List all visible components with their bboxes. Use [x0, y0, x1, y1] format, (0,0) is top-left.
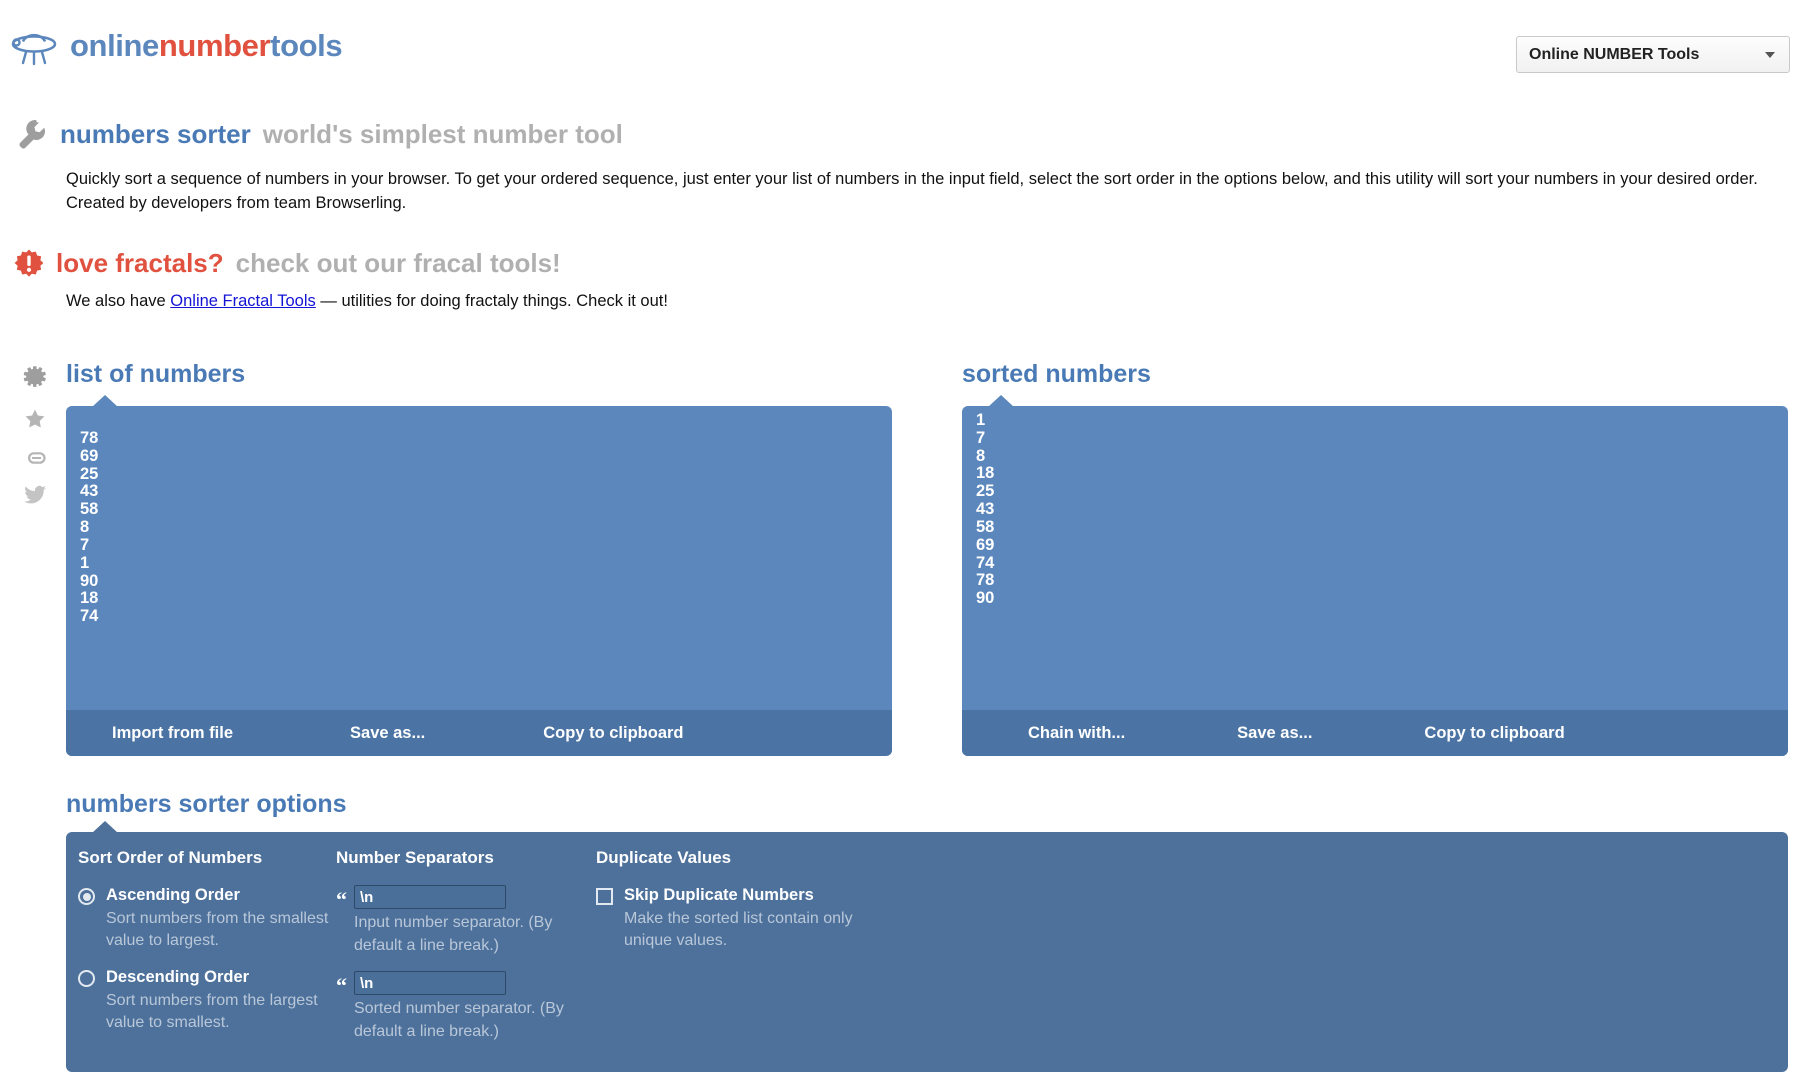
import-from-file-button[interactable]: Import from file [112, 724, 233, 743]
output-copy-to-clipboard-button[interactable]: Copy to clipboard [1424, 724, 1564, 743]
output-panel-toolbar: Chain with... Save as... Copy to clipboa… [962, 710, 1788, 756]
logo-text-tools: tools [270, 28, 343, 63]
sort-order-column: Sort Order of Numbers Ascending Order So… [78, 848, 336, 1058]
tool-category-select[interactable]: Online NUMBER Tools [1516, 36, 1790, 73]
input-separator-field[interactable] [354, 885, 506, 909]
skip-duplicates-description: Make the sorted list contain only unique… [624, 909, 853, 950]
promo-title: love fractals? [56, 248, 224, 278]
page-subtitle: world's simplest number tool [262, 118, 623, 149]
ascending-order-description: Sort numbers from the smallest value to … [106, 909, 329, 950]
fractal-tools-link[interactable]: Online Fractal Tools [170, 292, 316, 310]
page-title: numbers sorter [60, 118, 251, 149]
logo-text-online: online [70, 28, 159, 63]
ufo-icon [11, 33, 57, 66]
panel-notch [92, 821, 118, 833]
duplicate-values-column: Duplicate Values Skip Duplicate Numbers … [596, 848, 1016, 1058]
promo-title-row: love fractals? check out our fracal tool… [14, 248, 561, 279]
descending-order-option[interactable]: Descending Order Sort numbers from the l… [78, 967, 336, 1035]
number-separators-column-title: Number Separators [336, 848, 494, 867]
share-sidebar [22, 363, 48, 505]
output-panel: Chain with... Save as... Copy to clipboa… [962, 395, 1788, 756]
promo-subtitle: check out our fracal tools! [235, 248, 561, 278]
promo-text-after: — utilities for doing fractaly things. C… [315, 292, 668, 310]
wrench-icon [19, 120, 46, 149]
chain-with-button[interactable]: Chain with... [1028, 724, 1125, 743]
chevron-down-icon [1765, 51, 1775, 58]
output-separator-field[interactable] [354, 971, 506, 996]
alert-badge-icon [14, 249, 44, 277]
quote-icon: “ [336, 973, 347, 999]
input-panel-toolbar: Import from file Save as... Copy to clip… [66, 710, 892, 756]
descending-order-label: Descending Order [106, 968, 250, 987]
link-icon[interactable] [23, 449, 47, 467]
promo-text: We also have Online Fractal Tools — util… [66, 290, 1796, 314]
tool-category-select-value: Online NUMBER Tools [1529, 45, 1700, 63]
input-copy-to-clipboard-button[interactable]: Copy to clipboard [543, 724, 683, 743]
descending-order-radio[interactable] [78, 970, 95, 988]
star-icon[interactable] [23, 407, 47, 431]
descending-order-description: Sort numbers from the largest value to s… [106, 991, 318, 1032]
ascending-order-label: Ascending Order [106, 886, 240, 904]
sorted-numbers-output[interactable] [962, 406, 1788, 710]
site-header: onlinenumbertools Online NUMBER Tools [0, 0, 1806, 96]
skip-duplicates-option[interactable]: Skip Duplicate Numbers Make the sorted l… [596, 885, 1016, 953]
input-panel: Import from file Save as... Copy to clip… [66, 395, 892, 756]
skip-duplicates-checkbox[interactable] [596, 888, 613, 905]
output-separator-description: Sorted number separator. (By default a l… [354, 1000, 564, 1041]
output-separator-row: “ Sorted number separator. (By default a… [336, 971, 596, 1043]
promo-text-before: We also have [66, 292, 171, 310]
input-separator-row: “ Input number separator. (By default a … [336, 885, 596, 957]
input-panel-heading: list of numbers [66, 360, 246, 388]
twitter-icon[interactable] [23, 485, 47, 505]
ascending-order-option[interactable]: Ascending Order Sort numbers from the sm… [78, 885, 336, 953]
options-panel: Sort Order of Numbers Ascending Order So… [66, 821, 1788, 1072]
gear-icon[interactable] [22, 363, 48, 389]
duplicate-values-column-title: Duplicate Values [596, 848, 732, 867]
input-separator-description: Input number separator. (By default a li… [354, 914, 553, 954]
input-save-as-button[interactable]: Save as... [350, 724, 425, 743]
skip-duplicates-label: Skip Duplicate Numbers [624, 886, 814, 904]
quote-icon: “ [336, 887, 347, 912]
page-root: onlinenumbertools Online NUMBER Tools nu… [0, 0, 1806, 1086]
logo-wordmark: onlinenumbertools [70, 28, 343, 64]
options-heading: numbers sorter options [66, 790, 347, 818]
output-save-as-button[interactable]: Save as... [1237, 724, 1312, 743]
site-logo[interactable]: onlinenumbertools [8, 20, 343, 72]
sort-order-column-title: Sort Order of Numbers [78, 848, 263, 867]
tool-title-row: numbers sorter world's simplest number t… [14, 117, 623, 151]
number-separators-column: Number Separators “ Input number separat… [336, 848, 596, 1058]
numbers-input[interactable] [66, 406, 892, 710]
logo-text-number: number [158, 28, 271, 63]
output-panel-heading: sorted numbers [962, 360, 1151, 388]
tool-description: Quickly sort a sequence of numbers in yo… [66, 170, 1758, 212]
ascending-order-radio[interactable] [78, 888, 95, 905]
